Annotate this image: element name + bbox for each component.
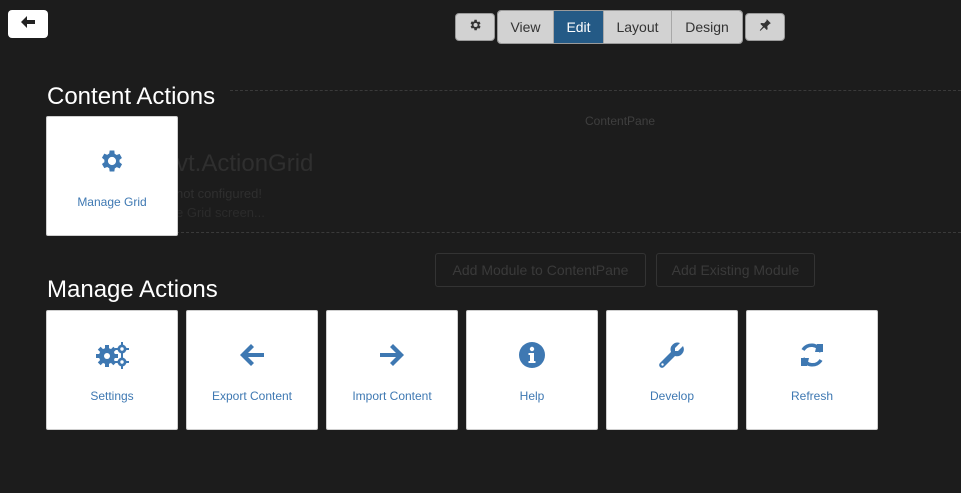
refresh-tile[interactable]: Refresh [746,310,878,430]
pin-button[interactable] [745,13,785,41]
import-content-label: Import Content [352,389,432,403]
gear-icon [98,147,126,175]
refresh-label: Refresh [790,389,834,403]
develop-tile[interactable]: Develop [606,310,738,430]
wrench-icon [658,341,686,369]
help-label: Help [519,389,545,403]
import-content-tile[interactable]: Import Content [326,310,458,430]
module-title: vt.ActionGrid [176,150,314,177]
tab-design[interactable]: Design [672,11,742,43]
tab-layout[interactable]: Layout [604,11,672,43]
pin-icon [758,18,772,37]
gears-icon [95,341,129,369]
settings-label: Settings [90,389,134,403]
manage-grid-tile[interactable]: Manage Grid [46,116,178,236]
develop-label: Develop [649,389,695,403]
back-button[interactable] [8,10,48,38]
mode-toolbar: View Edit Layout Design [455,10,785,44]
arrow-left-icon [21,15,35,33]
add-existing-module-button[interactable]: Add Existing Module [656,253,815,287]
arrow-left-icon [239,341,265,369]
pane-label: ContentPane [585,114,656,128]
content-actions-title: Content Actions [47,83,216,110]
arrow-right-icon [379,341,405,369]
help-tile[interactable]: Help [466,310,598,430]
export-content-label: Export Content [211,389,293,403]
manage-grid-label: Manage Grid [77,195,147,209]
pane-border-top [230,90,961,91]
tab-view[interactable]: View [498,11,554,43]
pane-border-bottom [176,232,961,233]
tab-edit[interactable]: Edit [554,11,604,43]
info-icon [518,341,546,369]
refresh-icon [798,341,826,369]
settings-button[interactable] [455,13,495,41]
module-hint-text: e Grid screen... [176,205,265,220]
module-status-text: not configured! [176,186,263,201]
gear-icon [468,18,482,37]
manage-actions-title: Manage Actions [47,276,218,303]
add-module-button[interactable]: Add Module to ContentPane [435,253,646,287]
export-content-tile[interactable]: Export Content [186,310,318,430]
mode-tabs: View Edit Layout Design [497,10,743,44]
settings-tile[interactable]: Settings [46,310,178,430]
